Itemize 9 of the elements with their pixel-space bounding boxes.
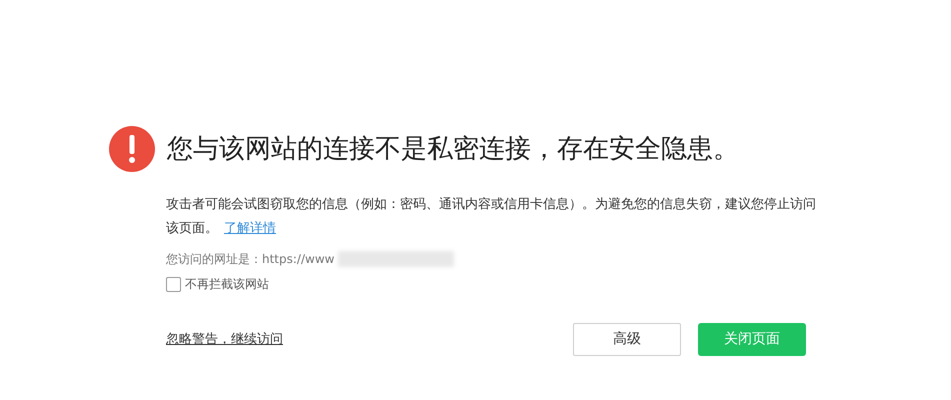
checkbox[interactable] bbox=[166, 276, 181, 292]
exclamation-icon bbox=[109, 126, 155, 172]
warning-title: 您与该网站的连接不是私密连接，存在安全隐患。 bbox=[167, 132, 739, 166]
learn-more-link[interactable]: 了解详情 bbox=[224, 221, 276, 236]
advanced-button[interactable]: 高级 bbox=[573, 323, 681, 356]
url-label: 您访问的网址是：https://www bbox=[166, 251, 334, 268]
ignore-warning-link[interactable]: 忽略警告，继续访问 bbox=[166, 330, 283, 350]
warning-description: 攻击者可能会试图窃取您的信息（例如：密码、通讯内容或信用卡信息）。为避免您的信息失窃，建议您停止访问该页面。 了解详情 bbox=[166, 196, 816, 238]
checkbox-label: 不再拦截该网站 bbox=[185, 276, 269, 293]
